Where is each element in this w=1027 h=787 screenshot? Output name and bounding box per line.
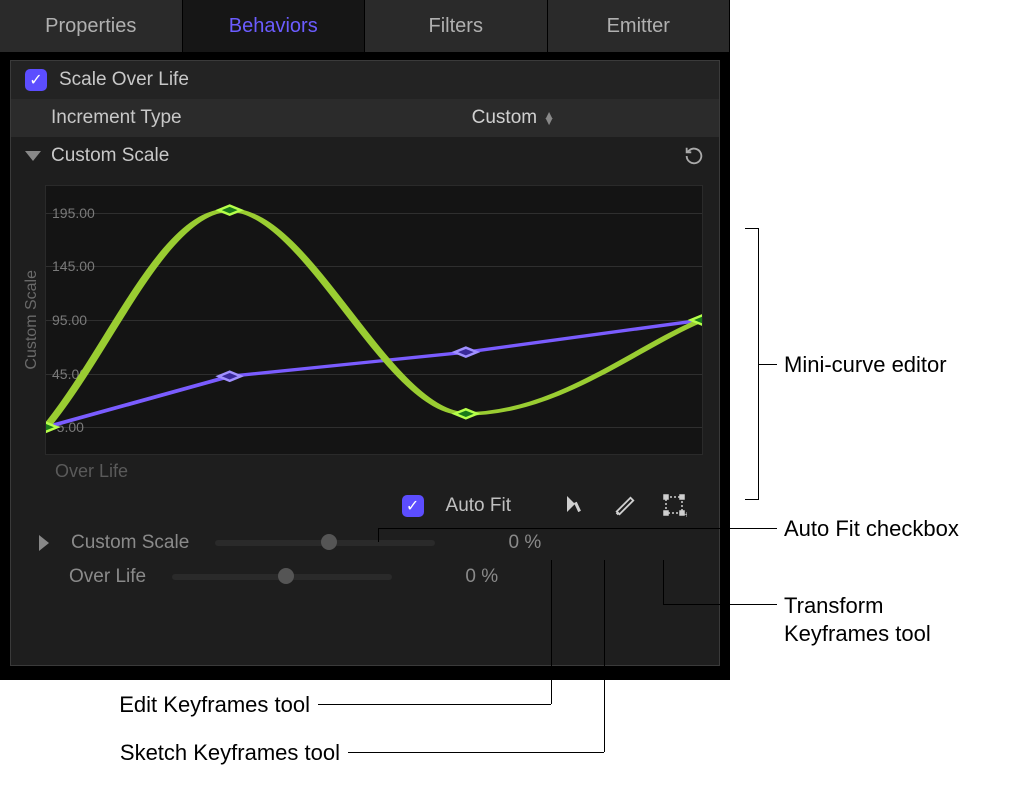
svg-text:+: + — [684, 510, 687, 518]
behavior-header: ✓ Scale Over Life — [11, 61, 719, 99]
callout-sketch: Sketch Keyframes tool — [120, 740, 340, 766]
callout-lead — [378, 528, 777, 529]
keyframes-svg — [46, 186, 702, 454]
disclosure-triangle-icon[interactable] — [39, 535, 49, 551]
callout-lead — [759, 364, 777, 365]
param-custom-scale: Custom Scale 0 % — [11, 526, 719, 560]
callout-lead — [348, 752, 604, 753]
auto-fit-label: Auto Fit — [446, 495, 511, 517]
curve-x-axis-label: Over Life — [11, 455, 719, 482]
callout-lead — [663, 560, 664, 604]
auto-fit-checkbox[interactable]: ✓ Auto Fit — [402, 495, 511, 517]
callout-lead — [551, 560, 552, 704]
callout-lead — [604, 560, 605, 752]
tab-emitter[interactable]: Emitter — [548, 0, 731, 52]
curve-y-axis-label: Custom Scale — [19, 270, 45, 370]
tab-filters[interactable]: Filters — [365, 0, 548, 52]
callout-bracket — [745, 228, 759, 500]
tab-properties[interactable]: Properties — [0, 0, 183, 52]
param-label: Custom Scale — [71, 532, 189, 554]
updown-arrows-icon: ▲▼ — [543, 112, 555, 124]
increment-type-label: Increment Type — [51, 107, 182, 129]
callout-transform: Transform Keyframes tool — [784, 592, 984, 647]
disclosure-triangle-icon[interactable] — [25, 151, 41, 161]
param-value[interactable]: 0 % — [418, 566, 498, 588]
curve-toolbar: ✓ Auto Fit — [11, 482, 719, 526]
transform-keyframes-tool[interactable]: + — [661, 492, 689, 520]
sketch-keyframes-tool[interactable] — [611, 492, 639, 520]
curve-canvas[interactable]: 195.00 145.00 95.00 45.00 -5.00 — [45, 185, 703, 455]
param-label: Over Life — [69, 566, 146, 588]
increment-type-popup[interactable]: Custom ▲▼ — [472, 107, 555, 129]
param-over-life: Over Life 0 % — [11, 560, 719, 594]
tab-bar: Properties Behaviors Filters Emitter — [0, 0, 730, 52]
custom-scale-label: Custom Scale — [51, 145, 169, 167]
custom-scale-section: Custom Scale — [11, 137, 719, 175]
tab-behaviors[interactable]: Behaviors — [183, 0, 366, 52]
increment-type-value: Custom — [472, 107, 537, 129]
callout-mini-curve: Mini-curve editor — [784, 352, 947, 378]
reset-icon[interactable] — [683, 145, 705, 167]
callout-edit: Edit Keyframes tool — [119, 692, 310, 718]
behavior-name: Scale Over Life — [59, 69, 189, 91]
callout-lead — [378, 528, 379, 542]
edit-keyframes-tool[interactable] — [561, 492, 589, 520]
callout-lead — [663, 604, 777, 605]
auto-fit-check-icon: ✓ — [402, 495, 424, 517]
param-slider[interactable] — [215, 540, 435, 546]
mini-curve-editor[interactable]: Custom Scale 195.00 145.00 95.00 45.00 -… — [11, 175, 719, 455]
param-slider[interactable] — [172, 574, 392, 580]
inspector-panel: Properties Behaviors Filters Emitter ✓ S… — [0, 0, 730, 680]
callout-lead — [318, 704, 551, 705]
param-value[interactable]: 0 % — [461, 532, 541, 554]
callout-auto-fit: Auto Fit checkbox — [784, 516, 959, 542]
increment-type-row: Increment Type Custom ▲▼ — [11, 99, 719, 137]
behavior-enable-checkbox[interactable]: ✓ — [25, 69, 47, 91]
inspector-body: ✓ Scale Over Life Increment Type Custom … — [10, 60, 720, 666]
